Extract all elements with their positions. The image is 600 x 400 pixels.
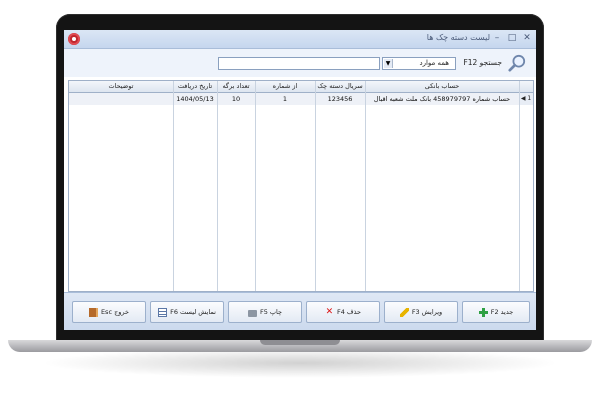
column-divider [255,81,256,291]
window-title: لیست دسته چک ها [426,33,490,42]
cell-bank-account: حساب شماره 458979797 بانک ملت شعبه اقبال [373,95,511,103]
action-toolbar: جدید F2 ویرایش F3 حذف F4 ✕ چاپ F5 نمایش … [64,292,536,330]
column-divider [217,81,218,291]
table-row[interactable]: حساب شماره 458979797 بانک ملت شعبه اقبال… [69,93,533,105]
check-books-table: حساب بانکی سریال دسته چک از شماره تعداد … [68,80,534,292]
column-divider [173,81,174,291]
delete-button[interactable]: حذف F4 ✕ [306,301,380,323]
print-button[interactable]: چاپ F5 [228,301,302,323]
filter-select[interactable]: همه موارد ▼ [382,57,456,70]
column-header-received-date[interactable]: تاریخ دریافت [173,81,217,92]
window-controls: – □ ✕ [492,32,532,44]
filter-selected-value: همه موارد [419,59,449,67]
column-header-from-number[interactable]: از شماره [255,81,315,92]
column-header-bank-account[interactable]: حساب بانکی [365,81,519,92]
exit-button[interactable]: خروج Esc [72,301,146,323]
delete-button-label: حذف F4 [336,308,362,316]
laptop-shadow [40,348,560,378]
search-icon[interactable] [508,54,526,72]
plus-icon [478,307,488,317]
cell-serial: 123456 [327,95,353,103]
print-button-label: چاپ F5 [259,308,283,316]
edit-button[interactable]: ویرایش F3 [384,301,458,323]
app-icon[interactable] [68,33,80,45]
app-window: لیست دسته چک ها – □ ✕ جستجو F12 همه موار… [64,30,536,330]
cell-from-number: 1 [282,95,288,103]
chevron-down-icon[interactable]: ▼ [384,59,393,68]
maximize-icon[interactable]: □ [507,32,517,44]
list-icon [158,307,168,317]
cell-description [69,93,173,105]
show-list-button-label: نمایش لیست F6 [170,308,216,316]
cell-received-date: 1404/05/13 [176,95,214,103]
column-header-serial[interactable]: سریال دسته چک [315,81,365,92]
column-divider [365,81,366,291]
edit-button-label: ویرایش F3 [411,308,443,316]
column-divider [315,81,316,291]
row-indicator[interactable]: ◀ 1 [519,93,533,105]
new-button[interactable]: جدید F2 [462,301,530,323]
printer-icon [247,309,257,317]
show-list-button[interactable]: نمایش لیست F6 [150,301,224,323]
pencil-icon [399,307,409,317]
x-icon: ✕ [325,306,334,317]
column-header-leaf-count[interactable]: تعداد برگه [217,81,255,92]
search-label: جستجو F12 [463,58,502,67]
table-header: حساب بانکی سریال دسته چک از شماره تعداد … [69,81,533,93]
laptop-notch [260,340,340,345]
close-icon[interactable]: ✕ [522,32,532,44]
exit-button-label: خروج Esc [100,308,130,316]
search-input[interactable] [218,57,380,70]
minimize-icon[interactable]: – [492,32,502,44]
door-icon [88,307,98,317]
cell-leaf-count: 10 [231,95,241,103]
new-button-label: جدید F2 [490,308,514,316]
title-bar: لیست دسته چک ها – □ ✕ [64,30,536,49]
column-header-description[interactable]: توضیحات [69,81,173,92]
column-divider [519,81,520,291]
search-bar: جستجو F12 همه موارد ▼ [64,49,536,77]
